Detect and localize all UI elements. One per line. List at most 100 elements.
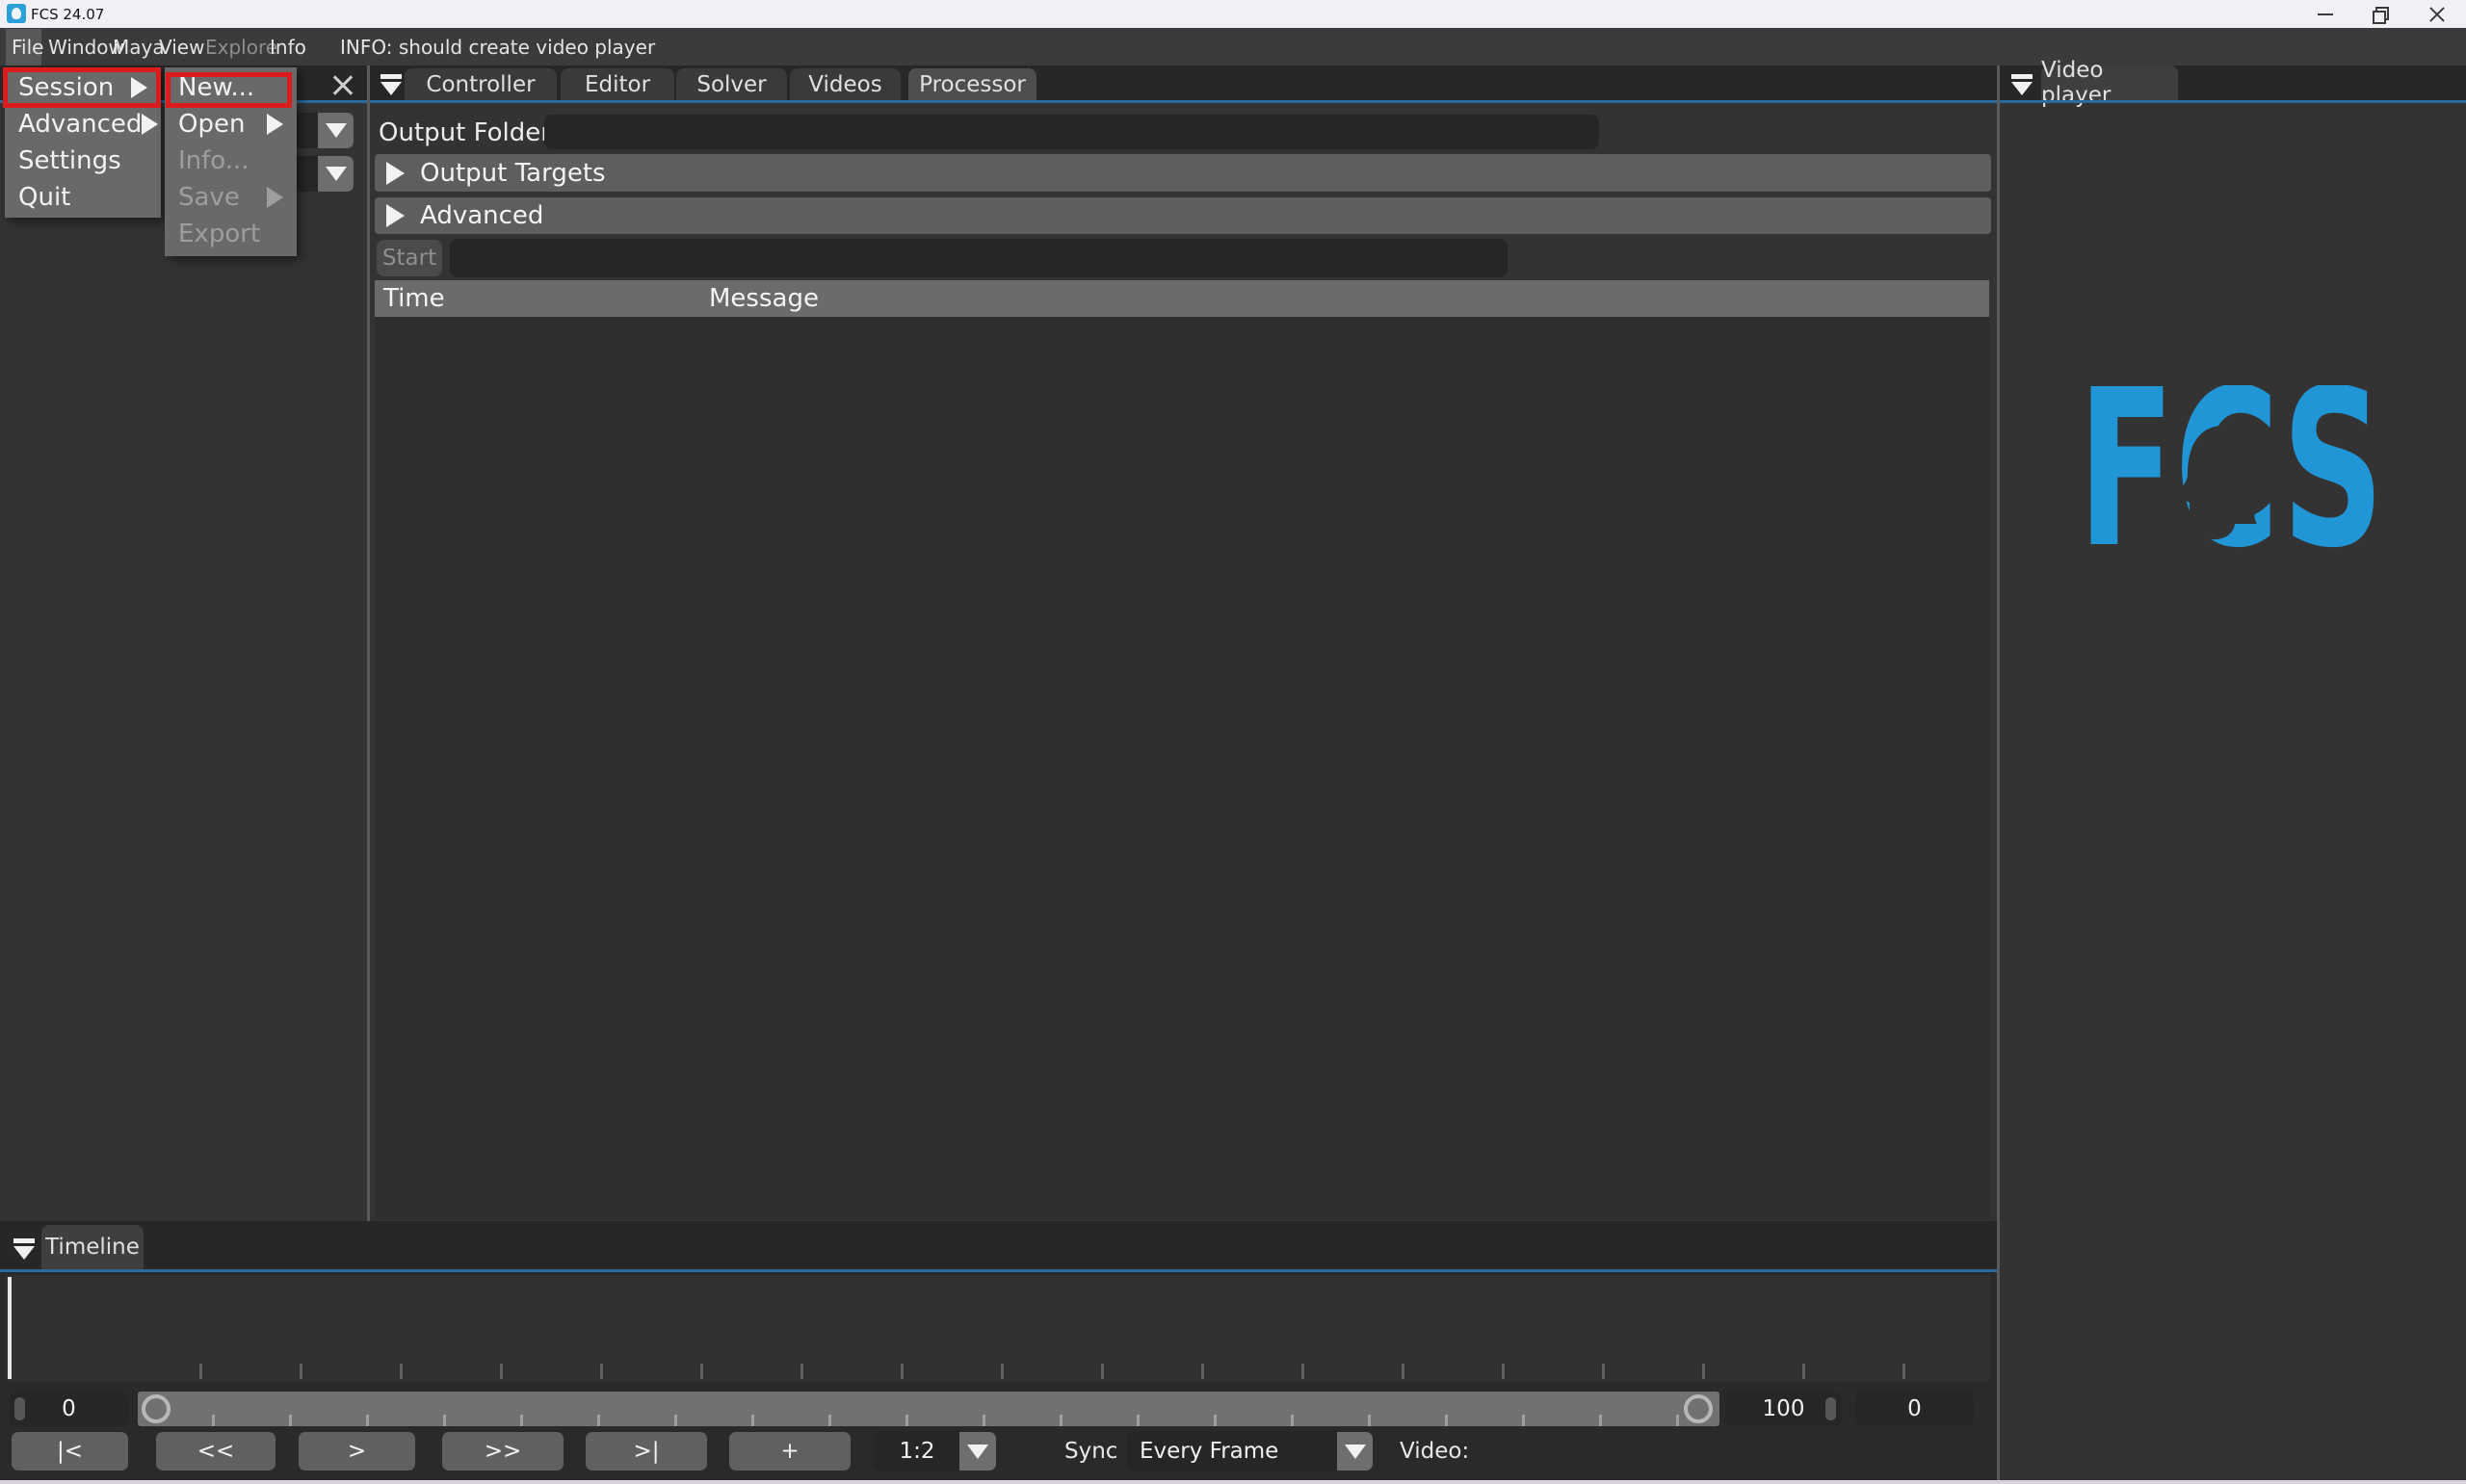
tab-video-player[interactable]: Video player bbox=[2041, 65, 2178, 100]
application-window: FCS 24.07 File Window Maya View Explore … bbox=[0, 0, 2466, 1484]
timeline-menu-button[interactable] bbox=[10, 1234, 39, 1263]
step-forward-button[interactable]: >> bbox=[442, 1432, 564, 1471]
minimize-icon bbox=[2318, 13, 2333, 15]
dropdown-arrow-icon bbox=[326, 123, 347, 138]
range-end-handle[interactable] bbox=[1684, 1394, 1713, 1423]
menu-item-open[interactable]: Open bbox=[165, 106, 297, 143]
output-folder-label: Output Folder: bbox=[379, 116, 559, 150]
spinner-handle[interactable] bbox=[1825, 1397, 1836, 1420]
tab-processor[interactable]: Processor bbox=[908, 68, 1036, 100]
dropdown-arrow-icon bbox=[967, 1445, 988, 1459]
fcs-logo: FCS bbox=[2082, 385, 2380, 554]
submenu-arrow-icon bbox=[267, 187, 283, 208]
tab-timeline[interactable]: Timeline bbox=[41, 1225, 144, 1269]
timeline-panel: Timeline 0 100 0 |< << > >> >| + bbox=[0, 1221, 1997, 1481]
menubar-item-file[interactable]: File bbox=[12, 28, 43, 65]
progress-bar bbox=[450, 239, 1508, 277]
sync-mode-select[interactable]: Every Frame bbox=[1127, 1432, 1337, 1471]
offset-value-box[interactable]: 0 bbox=[1855, 1392, 1974, 1426]
center-panel: Controller Editor Solver Videos Processo… bbox=[370, 65, 1997, 1221]
highlight-box-new bbox=[166, 72, 292, 108]
menubar-item-view[interactable]: View bbox=[159, 28, 204, 65]
video-panel-menu-button[interactable] bbox=[2007, 69, 2036, 98]
menu-item-info-session: Info... bbox=[165, 143, 297, 179]
menu-item-export: Export bbox=[165, 216, 297, 252]
range-end-value-box[interactable]: 100 bbox=[1725, 1392, 1842, 1426]
app-icon bbox=[7, 4, 26, 23]
title-bar: FCS 24.07 bbox=[0, 0, 2466, 28]
video-label: Video: bbox=[1400, 1432, 1469, 1471]
output-folder-input[interactable] bbox=[544, 115, 1599, 149]
sync-label: Sync bbox=[1064, 1432, 1117, 1471]
dropdown-arrow-icon bbox=[1345, 1445, 1366, 1459]
panel-menu-icon bbox=[2009, 71, 2034, 96]
minimize-button[interactable] bbox=[2297, 0, 2352, 28]
dropdown-arrow-icon bbox=[326, 167, 347, 181]
timeline-range-slider[interactable] bbox=[138, 1392, 1719, 1426]
timeline-canvas[interactable] bbox=[6, 1275, 1990, 1381]
video-player-panel: Video player FCS bbox=[2000, 65, 2466, 1481]
log-table-header: Time Message bbox=[375, 280, 1989, 317]
range-start-handle[interactable] bbox=[142, 1394, 171, 1423]
play-button[interactable]: > bbox=[299, 1432, 415, 1471]
close-button[interactable] bbox=[2407, 0, 2466, 28]
timeline-tabbar bbox=[0, 1221, 1997, 1269]
go-to-end-button[interactable]: >| bbox=[586, 1432, 707, 1471]
start-button[interactable]: Start bbox=[377, 240, 442, 276]
restore-icon bbox=[2373, 7, 2387, 21]
menu-item-save: Save bbox=[165, 179, 297, 216]
timeline-ruler bbox=[102, 1364, 1981, 1379]
menubar-item-explore: Explore bbox=[205, 28, 277, 65]
column-header-time: Time bbox=[383, 284, 445, 313]
submenu-arrow-icon bbox=[267, 114, 283, 135]
tab-videos[interactable]: Videos bbox=[790, 68, 901, 100]
frame-value-box[interactable]: 0 bbox=[10, 1392, 128, 1426]
step-back-button[interactable]: << bbox=[156, 1432, 275, 1471]
menu-item-settings[interactable]: Settings bbox=[5, 143, 161, 179]
close-icon bbox=[2428, 6, 2446, 23]
video-panel-accent-line bbox=[2000, 100, 2466, 103]
section-output-targets-label: Output Targets bbox=[420, 159, 606, 188]
zoom-ratio-select[interactable]: 1:2 bbox=[875, 1432, 959, 1471]
menu-item-advanced[interactable]: Advanced bbox=[5, 106, 161, 143]
left-panel-close-button[interactable] bbox=[328, 71, 358, 98]
panel-menu-icon bbox=[12, 1236, 37, 1261]
log-table-body[interactable] bbox=[375, 317, 1989, 1219]
panel-menu-button[interactable] bbox=[377, 69, 406, 98]
sync-mode-dropdown-button[interactable] bbox=[1337, 1432, 1373, 1471]
menubar-item-info[interactable]: Info bbox=[270, 28, 306, 65]
section-output-targets[interactable]: Output Targets bbox=[375, 154, 1991, 192]
window-title: FCS 24.07 bbox=[31, 0, 104, 28]
add-button[interactable]: + bbox=[729, 1432, 851, 1471]
center-panel-accent-line bbox=[370, 100, 1997, 103]
section-advanced[interactable]: Advanced bbox=[375, 197, 1991, 234]
restore-button[interactable] bbox=[2352, 0, 2407, 28]
collapse-arrow-icon bbox=[386, 204, 405, 227]
collapse-arrow-icon bbox=[386, 162, 405, 185]
submenu-arrow-icon bbox=[142, 114, 158, 135]
window-bottom-border bbox=[0, 1480, 2466, 1484]
playhead[interactable] bbox=[8, 1277, 12, 1379]
tab-solver[interactable]: Solver bbox=[676, 68, 787, 100]
section-advanced-label: Advanced bbox=[420, 201, 543, 230]
spinner-handle[interactable] bbox=[14, 1397, 25, 1420]
left-combo-2-button[interactable] bbox=[318, 156, 354, 192]
slider-ticks bbox=[138, 1415, 1719, 1426]
panel-menu-icon bbox=[379, 71, 404, 96]
column-header-message: Message bbox=[709, 284, 819, 313]
timeline-accent-line bbox=[0, 1269, 1997, 1272]
offset-value: 0 bbox=[1907, 1396, 1922, 1421]
range-end-value: 100 bbox=[1763, 1396, 1805, 1421]
menubar-item-maya[interactable]: Maya bbox=[113, 28, 165, 65]
menu-item-quit[interactable]: Quit bbox=[5, 179, 161, 216]
go-to-start-button[interactable]: |< bbox=[12, 1432, 128, 1471]
tab-controller[interactable]: Controller bbox=[405, 68, 557, 100]
sync-checkbox[interactable] bbox=[1022, 1434, 1056, 1468]
tab-editor[interactable]: Editor bbox=[561, 68, 674, 100]
status-message: INFO: should create video player bbox=[340, 28, 655, 65]
frame-value: 0 bbox=[62, 1396, 76, 1421]
close-panel-icon bbox=[331, 73, 354, 96]
highlight-box-session bbox=[3, 67, 161, 108]
zoom-ratio-dropdown-button[interactable] bbox=[959, 1432, 996, 1471]
left-combo-1-button[interactable] bbox=[318, 113, 354, 148]
